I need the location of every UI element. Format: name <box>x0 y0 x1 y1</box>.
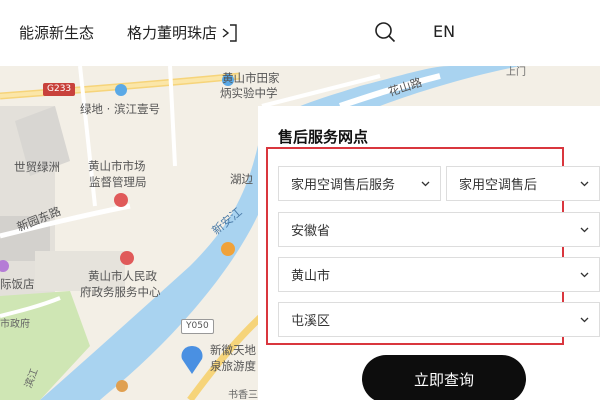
search-icon[interactable] <box>374 21 396 43</box>
map-label-xinhui-line2: 泉旅游度 <box>210 359 256 373</box>
district-select[interactable]: 屯溪区 <box>278 302 600 337</box>
province-value: 安徽省 <box>291 224 331 239</box>
query-button[interactable]: 立即查询 <box>362 355 526 400</box>
service-type-select[interactable]: 家用空调售后服务 <box>278 166 441 201</box>
chevron-down-icon <box>580 317 589 323</box>
category-select[interactable]: 家用空调售后 <box>446 166 600 201</box>
map-label-scjg-line1: 黄山市市场 <box>88 159 146 173</box>
map-label-school-line1: 黄山市田家 <box>222 71 280 85</box>
map-label-shangmen: 上门 <box>506 67 526 78</box>
district-value: 屯溪区 <box>291 314 331 329</box>
map-label-school-line2: 炳实验中学 <box>220 86 278 100</box>
road-badge-y050: Y050 <box>181 319 214 334</box>
chevron-down-icon <box>580 227 589 233</box>
nav-store-label: 格力董明珠店 <box>127 24 218 42</box>
category-value: 家用空调售后 <box>459 178 538 193</box>
city-value: 黄山市 <box>291 269 331 284</box>
map-label-hubei: 湖边 <box>230 172 253 186</box>
service-type-value: 家用空调售后服务 <box>291 178 396 193</box>
map-label-hotel: 际饭店 <box>0 277 35 291</box>
language-switch-en[interactable]: EN <box>433 22 455 41</box>
nav-store-link[interactable]: 格力董明珠店 <box>127 22 237 43</box>
map-label-scjg-line2: 监督管理局 <box>89 175 147 189</box>
map-label-lvdi: 绿地 · 滨江壹号 <box>80 102 160 116</box>
map-label-xinhui-line1: 新徽天地 <box>210 343 256 357</box>
road-badge-g233: G233 <box>43 83 76 96</box>
nav-new-energy-link[interactable]: 能源新生态 <box>19 22 94 43</box>
map-label-city-gov: 市政府 <box>0 319 30 330</box>
chevron-down-icon <box>580 181 589 187</box>
city-select[interactable]: 黄山市 <box>278 257 600 292</box>
external-link-icon <box>221 23 237 42</box>
chevron-down-icon <box>580 272 589 278</box>
panel-title: 售后服务网点 <box>278 128 369 146</box>
top-header: 能源新生态 格力董明珠店 EN <box>0 0 600 66</box>
map-label-gov-line1: 黄山市人民政 <box>88 269 157 283</box>
map-label-shimao: 世贸绿洲 <box>14 160 60 174</box>
service-point-panel: 售后服务网点 家用空调售后服务 家用空调售后 安徽省 黄山市 屯溪区 立即查询 <box>258 106 600 400</box>
chevron-down-icon <box>421 181 430 187</box>
province-select[interactable]: 安徽省 <box>278 212 600 247</box>
map-label-gov-line2: 府政务服务中心 <box>80 285 161 299</box>
